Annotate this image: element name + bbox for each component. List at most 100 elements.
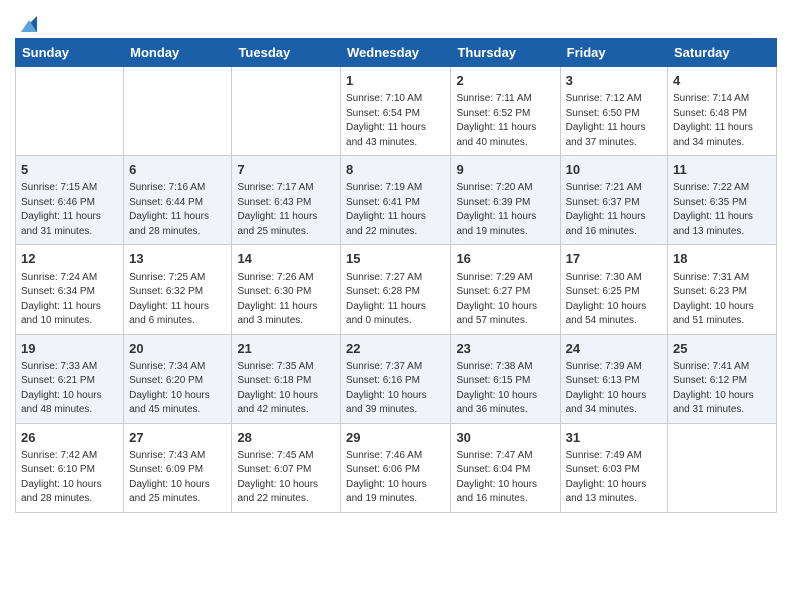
day-number: 28 [237,429,335,447]
calendar-cell: 7 Sunrise: 7:17 AM Sunset: 6:43 PM Daylig… [232,156,341,245]
day-info: Sunrise: 7:47 AM Sunset: 6:04 PM Dayligh… [456,449,554,507]
calendar-cell: 9 Sunrise: 7:20 AM Sunset: 6:39 PM Daylig… [451,156,560,245]
day-number: 31 [566,429,662,447]
day-number: 29 [346,429,445,447]
day-info: Sunrise: 7:21 AM Sunset: 6:37 PM Dayligh… [566,181,662,239]
day-number: 2 [456,72,554,90]
day-info: Sunrise: 7:17 AM Sunset: 6:43 PM Dayligh… [237,181,335,239]
day-number: 30 [456,429,554,447]
day-info: Sunrise: 7:16 AM Sunset: 6:44 PM Dayligh… [129,181,226,239]
day-info: Sunrise: 7:43 AM Sunset: 6:09 PM Dayligh… [129,449,226,507]
calendar-cell: 13 Sunrise: 7:25 AM Sunset: 6:32 PM Dayli… [124,245,232,334]
calendar-cell [668,423,777,512]
day-info: Sunrise: 7:12 AM Sunset: 6:50 PM Dayligh… [566,92,662,150]
calendar-cell: 28Sunrise: 7:45 AM Sunset: 6:07 PM Dayli… [232,423,341,512]
day-number: 12 [21,250,118,268]
day-info: Sunrise: 7:25 AM Sunset: 6:32 PM Dayligh… [129,271,226,329]
calendar-dow-monday: Monday [124,39,232,67]
day-info: Sunrise: 7:11 AM Sunset: 6:52 PM Dayligh… [456,92,554,150]
day-number: 10 [566,161,662,179]
calendar-header-row: SundayMondayTuesdayWednesdayThursdayFrid… [16,39,777,67]
day-number: 16 [456,250,554,268]
calendar-week-2: 5Sunrise: 7:15 AM Sunset: 6:46 PM Daylig… [16,156,777,245]
calendar-cell: 29 Sunrise: 7:46 AM Sunset: 6:06 PM Dayli… [341,423,451,512]
day-number: 22 [346,340,445,358]
day-number: 24 [566,340,662,358]
calendar-cell: 21Sunrise: 7:35 AM Sunset: 6:18 PM Dayli… [232,334,341,423]
calendar-cell [232,67,341,156]
calendar-cell: 20 Sunrise: 7:34 AM Sunset: 6:20 PM Dayli… [124,334,232,423]
day-info: Sunrise: 7:29 AM Sunset: 6:27 PM Dayligh… [456,271,554,329]
page-container: SundayMondayTuesdayWednesdayThursdayFrid… [0,0,792,528]
day-info: Sunrise: 7:15 AM Sunset: 6:46 PM Dayligh… [21,181,118,239]
day-number: 9 [456,161,554,179]
calendar-week-4: 19 Sunrise: 7:33 AM Sunset: 6:21 PM Dayli… [16,334,777,423]
calendar-cell [124,67,232,156]
day-info: Sunrise: 7:37 AM Sunset: 6:16 PM Dayligh… [346,360,445,418]
calendar-cell: 25Sunrise: 7:41 AM Sunset: 6:12 PM Dayli… [668,334,777,423]
calendar-cell: 3 Sunrise: 7:12 AM Sunset: 6:50 PM Daylig… [560,67,667,156]
logo-icon [17,14,37,32]
calendar-cell: 23Sunrise: 7:38 AM Sunset: 6:15 PM Dayli… [451,334,560,423]
day-number: 18 [673,250,771,268]
calendar-week-3: 12 Sunrise: 7:24 AM Sunset: 6:34 PM Dayli… [16,245,777,334]
day-number: 4 [673,72,771,90]
day-info: Sunrise: 7:31 AM Sunset: 6:23 PM Dayligh… [673,271,771,329]
day-number: 15 [346,250,445,268]
day-number: 6 [129,161,226,179]
calendar-cell [16,67,124,156]
day-number: 13 [129,250,226,268]
calendar-cell: 14Sunrise: 7:26 AM Sunset: 6:30 PM Dayli… [232,245,341,334]
logo [15,14,37,32]
calendar-dow-thursday: Thursday [451,39,560,67]
day-number: 20 [129,340,226,358]
calendar-cell: 19 Sunrise: 7:33 AM Sunset: 6:21 PM Dayli… [16,334,124,423]
day-info: Sunrise: 7:14 AM Sunset: 6:48 PM Dayligh… [673,92,771,150]
day-number: 8 [346,161,445,179]
day-info: Sunrise: 7:39 AM Sunset: 6:13 PM Dayligh… [566,360,662,418]
day-number: 17 [566,250,662,268]
calendar-cell: 4 Sunrise: 7:14 AM Sunset: 6:48 PM Daylig… [668,67,777,156]
calendar-cell: 27 Sunrise: 7:43 AM Sunset: 6:09 PM Dayli… [124,423,232,512]
day-info: Sunrise: 7:24 AM Sunset: 6:34 PM Dayligh… [21,271,118,329]
calendar-cell: 24 Sunrise: 7:39 AM Sunset: 6:13 PM Dayli… [560,334,667,423]
day-info: Sunrise: 7:33 AM Sunset: 6:21 PM Dayligh… [21,360,118,418]
calendar-cell: 5Sunrise: 7:15 AM Sunset: 6:46 PM Daylig… [16,156,124,245]
day-number: 1 [346,72,445,90]
day-number: 27 [129,429,226,447]
calendar-cell: 30 Sunrise: 7:47 AM Sunset: 6:04 PM Dayli… [451,423,560,512]
calendar-cell: 16 Sunrise: 7:29 AM Sunset: 6:27 PM Dayli… [451,245,560,334]
calendar-table: SundayMondayTuesdayWednesdayThursdayFrid… [15,38,777,513]
calendar-cell: 8 Sunrise: 7:19 AM Sunset: 6:41 PM Daylig… [341,156,451,245]
day-number: 25 [673,340,771,358]
day-info: Sunrise: 7:42 AM Sunset: 6:10 PM Dayligh… [21,449,118,507]
calendar-cell: 1 Sunrise: 7:10 AM Sunset: 6:54 PM Daylig… [341,67,451,156]
calendar-dow-sunday: Sunday [16,39,124,67]
calendar-dow-wednesday: Wednesday [341,39,451,67]
day-info: Sunrise: 7:22 AM Sunset: 6:35 PM Dayligh… [673,181,771,239]
day-number: 19 [21,340,118,358]
calendar-week-1: 1 Sunrise: 7:10 AM Sunset: 6:54 PM Daylig… [16,67,777,156]
calendar-cell: 11 Sunrise: 7:22 AM Sunset: 6:35 PM Dayli… [668,156,777,245]
calendar-cell: 17Sunrise: 7:30 AM Sunset: 6:25 PM Dayli… [560,245,667,334]
calendar-cell: 15 Sunrise: 7:27 AM Sunset: 6:28 PM Dayli… [341,245,451,334]
day-info: Sunrise: 7:46 AM Sunset: 6:06 PM Dayligh… [346,449,445,507]
day-info: Sunrise: 7:27 AM Sunset: 6:28 PM Dayligh… [346,271,445,329]
calendar-cell: 2 Sunrise: 7:11 AM Sunset: 6:52 PM Daylig… [451,67,560,156]
day-info: Sunrise: 7:38 AM Sunset: 6:15 PM Dayligh… [456,360,554,418]
calendar-dow-tuesday: Tuesday [232,39,341,67]
day-number: 7 [237,161,335,179]
day-info: Sunrise: 7:10 AM Sunset: 6:54 PM Dayligh… [346,92,445,150]
day-info: Sunrise: 7:19 AM Sunset: 6:41 PM Dayligh… [346,181,445,239]
day-info: Sunrise: 7:35 AM Sunset: 6:18 PM Dayligh… [237,360,335,418]
day-info: Sunrise: 7:49 AM Sunset: 6:03 PM Dayligh… [566,449,662,507]
day-number: 11 [673,161,771,179]
day-info: Sunrise: 7:34 AM Sunset: 6:20 PM Dayligh… [129,360,226,418]
calendar-week-5: 26Sunrise: 7:42 AM Sunset: 6:10 PM Dayli… [16,423,777,512]
calendar-dow-saturday: Saturday [668,39,777,67]
day-info: Sunrise: 7:26 AM Sunset: 6:30 PM Dayligh… [237,271,335,329]
day-info: Sunrise: 7:20 AM Sunset: 6:39 PM Dayligh… [456,181,554,239]
calendar-cell: 26Sunrise: 7:42 AM Sunset: 6:10 PM Dayli… [16,423,124,512]
calendar-cell: 12 Sunrise: 7:24 AM Sunset: 6:34 PM Dayli… [16,245,124,334]
day-number: 3 [566,72,662,90]
